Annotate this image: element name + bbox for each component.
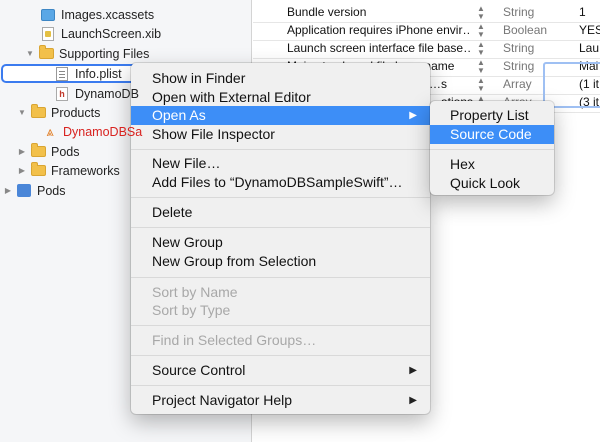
disclosure-closed-icon[interactable]: ▶ [2,186,14,195]
menu-item-source-control[interactable]: Source Control ▶ [131,361,430,380]
stepper-icon[interactable]: ▲▼ [477,23,485,39]
submenu-item-property-list[interactable]: Property List [430,106,554,125]
menu-separator [131,355,430,356]
plist-value: Lau [579,41,600,55]
disclosure-closed-icon[interactable]: ▶ [16,147,28,156]
stepper-icon[interactable]: ▲▼ [477,77,485,93]
context-menu: Show in Finder Open with External Editor… [131,63,430,414]
plist-value: 1 [579,5,586,19]
menu-item-new-file[interactable]: New File… [131,154,430,173]
nav-item-label: LaunchScreen.xib [61,26,162,41]
submenu-item-hex[interactable]: Hex [430,155,554,174]
nav-item-launchscreen-xib[interactable]: LaunchScreen.xib [0,24,292,43]
disclosure-open-icon[interactable]: ▼ [16,108,28,117]
menu-item-show-file-inspector[interactable]: Show File Inspector [131,125,430,144]
nav-item-label: Images.xcassets [61,7,155,22]
header-file-icon: h [54,86,70,101]
plist-type: String [503,59,535,73]
nav-item-label: DynamoDB [75,86,139,101]
disclosure-closed-icon[interactable]: ▶ [16,166,28,175]
nav-item-label: Products [51,105,101,120]
menu-item-label: Open As [152,107,206,123]
plist-type: Array [503,77,532,91]
plist-row[interactable]: Launch screen interface file base… ▲ ▼ St… [253,40,600,59]
stepper-icon[interactable]: ▲▼ [477,59,485,75]
plist-row[interactable]: Application requires iPhone envir… ▲ ▼ Bo… [253,22,600,41]
menu-item-label: Source Control [152,362,246,378]
menu-item-open-as[interactable]: Open As ▶ [131,106,430,125]
submenu-arrow-icon: ▶ [409,110,417,121]
nav-item-images-xcassets[interactable]: Images.xcassets [0,5,292,24]
menu-separator [131,385,430,386]
menu-separator [131,197,430,198]
nav-item-label: Frameworks [51,163,120,178]
plist-key: Launch screen interface file base… [287,41,471,55]
project-icon [16,184,32,198]
disclosure-open-icon[interactable]: ▼ [24,49,36,58]
menu-item-show-in-finder[interactable]: Show in Finder [131,69,430,88]
nav-item-label: Info.plist [75,67,122,81]
nav-item-supporting-files[interactable]: ▼ Supporting Files [0,44,276,63]
plist-row[interactable]: Bundle version ▲ ▼ String 1 [253,4,600,23]
submenu-item-source-code[interactable]: Source Code [430,125,554,144]
plist-file-icon [54,67,70,81]
plist-key: Application requires iPhone envir… [287,23,471,37]
menu-item-label: Project Navigator Help [152,392,293,408]
xib-file-icon [40,26,56,41]
plist-value: YES [579,23,600,37]
submenu-item-quick-look[interactable]: Quick Look [430,174,554,193]
nav-item-label: Supporting Files [59,46,150,61]
folder-icon [30,162,46,178]
plist-key: Bundle version [287,5,367,19]
plist-type: Boolean [503,23,548,37]
submenu-arrow-icon: ▶ [409,365,417,376]
menu-item-delete[interactable]: Delete [131,203,430,222]
plist-type: String [503,41,535,55]
menu-separator [131,149,430,150]
folder-icon [38,45,54,61]
open-as-submenu: Property List Source Code Hex Quick Look [430,101,554,195]
submenu-arrow-icon: ▶ [409,395,417,406]
menu-item-new-group-from-selection[interactable]: New Group from Selection [131,252,430,271]
menu-item-sort-by-name: Sort by Name [152,284,238,300]
menu-item-sort-by-type: Sort by Type [152,302,231,318]
menu-separator [430,149,554,150]
menu-separator [131,325,430,326]
asset-catalog-icon [40,8,56,22]
menu-item-find-in-selected-groups: Find in Selected Groups… [152,332,317,348]
stepper-icon[interactable]: ▲▼ [477,5,485,21]
stepper-icon[interactable]: ▲▼ [477,41,485,57]
nav-item-label: DynamoDBSa [63,124,143,139]
menu-item-project-navigator-help[interactable]: Project Navigator Help ▶ [131,391,430,410]
nav-item-label: Pods [37,183,66,198]
nav-item-label: Pods [51,144,80,159]
plist-type: String [503,5,535,19]
app-product-icon: ⩓ [46,124,54,139]
menu-separator [131,277,430,278]
menu-item-open-external-editor[interactable]: Open with External Editor [131,88,430,107]
folder-icon [30,143,46,159]
folder-icon [30,104,46,120]
menu-item-new-group[interactable]: New Group [131,233,430,252]
menu-item-add-files[interactable]: Add Files to “DynamoDBSampleSwift”… [131,173,430,192]
menu-separator [131,227,430,228]
